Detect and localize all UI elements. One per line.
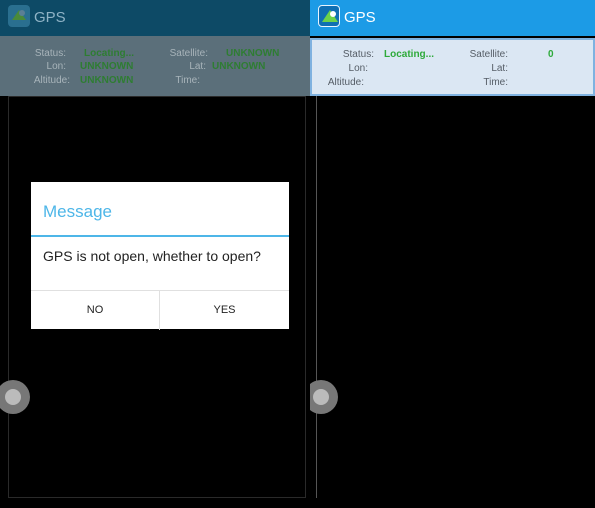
map-area: [316, 96, 595, 498]
app-title: GPS: [34, 9, 66, 26]
left-phone-screen: GPS Status: Locating... Satellite: UNKNO…: [0, 0, 310, 508]
dialog-divider: [31, 235, 289, 237]
app-bar: GPS: [0, 0, 310, 36]
dialog-button-row: NO YES: [31, 290, 289, 330]
status-label: Status:: [34, 48, 66, 59]
satellite-label: Satellite:: [169, 48, 208, 59]
altitude-label: Altitude:: [327, 77, 364, 88]
gps-info-panel: Status: Locating... Satellite: 0 Lon: La…: [310, 38, 595, 96]
message-dialog: Message GPS is not open, whether to open…: [31, 182, 289, 330]
status-value: Locating...: [384, 49, 434, 60]
satellite-value: UNKNOWN: [226, 48, 280, 59]
yes-button[interactable]: YES: [160, 291, 289, 330]
status-label: Status:: [342, 49, 374, 60]
altitude-value: UNKNOWN: [80, 75, 134, 86]
lon-label: Lon:: [348, 63, 368, 74]
lat-label: Lat:: [491, 63, 508, 74]
dialog-message: GPS is not open, whether to open?: [43, 248, 261, 264]
lat-value: UNKNOWN: [212, 61, 266, 72]
lon-value: UNKNOWN: [80, 61, 134, 72]
altitude-label: Altitude:: [33, 75, 70, 86]
lat-label: Lat:: [189, 61, 206, 72]
gps-app-icon[interactable]: [8, 5, 30, 27]
gps-info-panel: Status: Locating... Satellite: UNKNOWN L…: [0, 36, 310, 96]
right-phone-screen: GPS Status: Locating... Satellite: 0 Lon…: [310, 0, 595, 508]
time-label: Time:: [483, 77, 508, 88]
lon-label: Lon:: [46, 61, 66, 72]
app-bar: GPS: [310, 0, 595, 36]
satellite-label: Satellite:: [469, 49, 508, 60]
gps-app-icon[interactable]: [318, 5, 340, 27]
time-label: Time:: [175, 75, 200, 86]
satellite-value: 0: [548, 49, 554, 60]
app-title: GPS: [344, 9, 376, 26]
dialog-title: Message: [43, 202, 112, 221]
status-value: Locating...: [84, 48, 134, 59]
no-button[interactable]: NO: [31, 291, 160, 330]
